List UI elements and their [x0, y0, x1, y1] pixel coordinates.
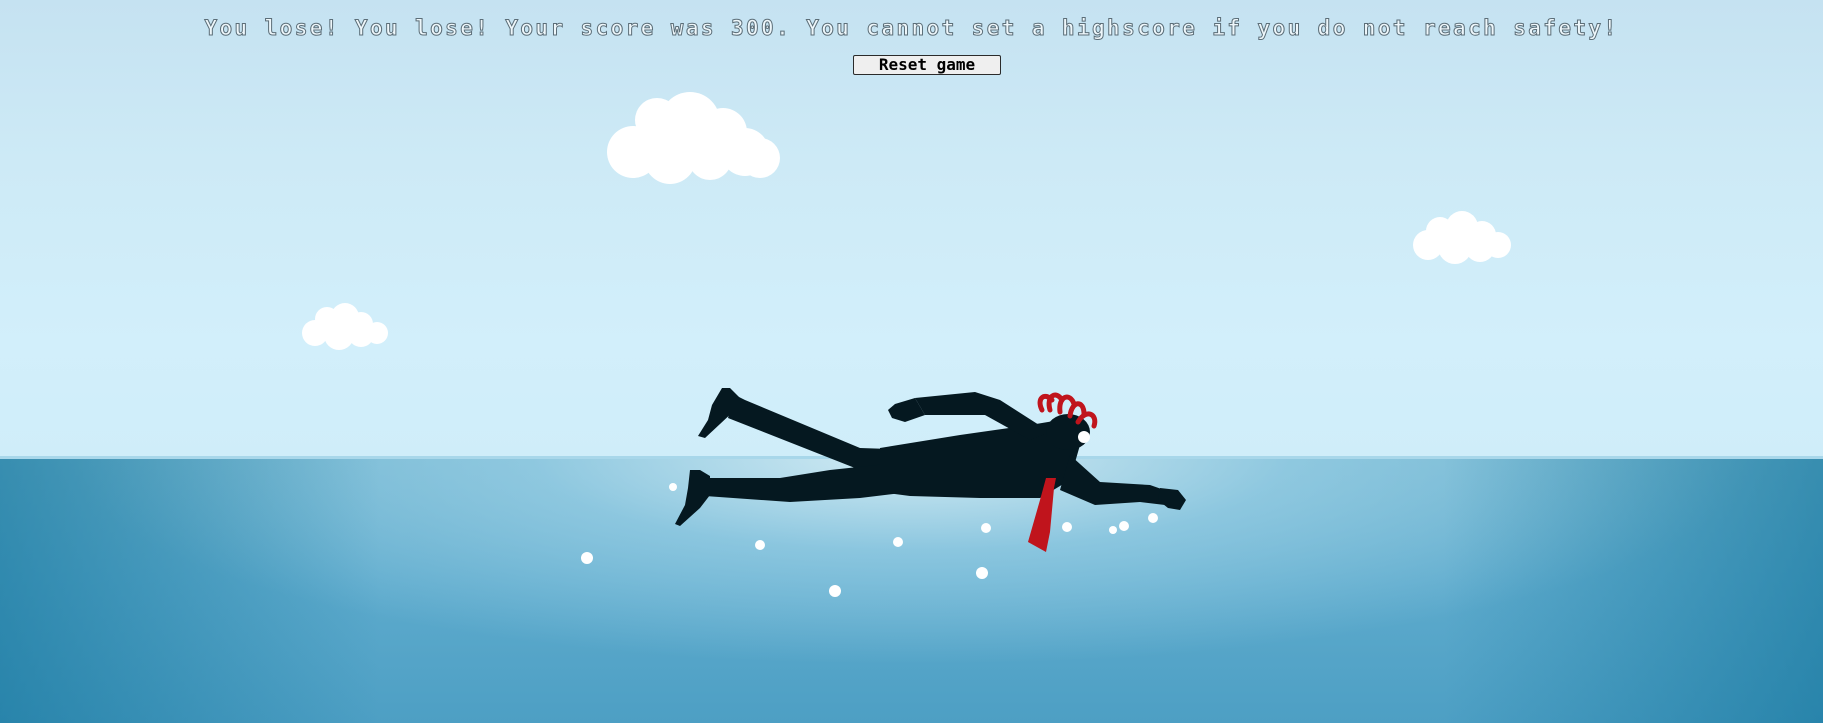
game-scene: You lose! You lose! Your score was 300. …	[0, 0, 1823, 723]
figure-body	[675, 388, 1186, 526]
face-highlight	[1078, 431, 1090, 443]
falling-businessman	[581, 388, 1186, 597]
game-over-message: You lose! You lose! Your score was 300. …	[204, 16, 1619, 41]
reset-game-button[interactable]: Reset game	[853, 55, 1001, 75]
water-droplets	[581, 483, 1158, 597]
